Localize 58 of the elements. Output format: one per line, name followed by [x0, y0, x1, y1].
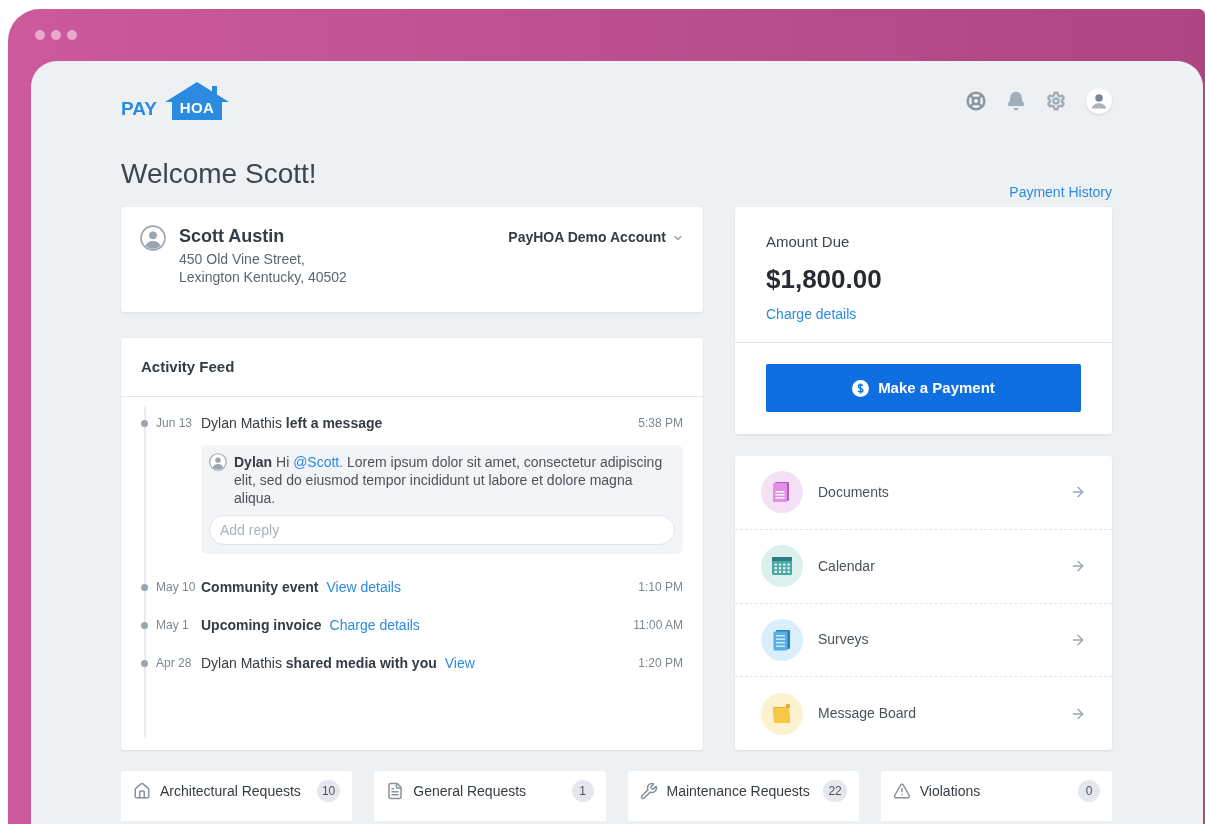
shortcut-item[interactable]: Calendar — [735, 528, 1112, 603]
feed-link[interactable]: Charge details — [329, 614, 420, 636]
dollar-icon — [852, 379, 870, 397]
document-icon — [386, 782, 405, 800]
count-badge: 10 — [316, 780, 341, 802]
make-payment-button[interactable]: Make a Payment — [766, 364, 1081, 412]
request-label: Violations — [919, 781, 981, 801]
request-label: General Requests — [413, 781, 527, 801]
feed-title: Dylan Mathis left a message — [201, 413, 383, 433]
address-line: Lexington Kentucky, 40502 — [179, 268, 347, 286]
document-icon — [761, 471, 803, 514]
feed-date: Jun 13 — [156, 415, 194, 432]
card-title: Activity Feed — [141, 356, 235, 377]
shortcut-item[interactable]: Surveys — [735, 602, 1112, 677]
feed-time: 11:00 AM — [633, 617, 683, 634]
resident-name: Scott Austin — [179, 225, 286, 247]
feed-time: 5:38 PM — [638, 415, 683, 432]
request-card[interactable]: Violations 0 — [880, 771, 1112, 821]
amount-due-label: Amount Due — [766, 232, 851, 252]
request-card[interactable]: General Requests 1 — [374, 771, 606, 821]
sticky-note-icon — [761, 692, 803, 735]
count-badge: 1 — [571, 780, 594, 802]
request-label: Maintenance Requests — [666, 781, 810, 801]
feed-title: Dylan Mathis shared media with you — [201, 653, 437, 673]
count-badge: 0 — [1078, 780, 1100, 802]
shortcut-item[interactable]: Documents — [735, 456, 1112, 529]
warning-icon — [892, 782, 911, 800]
feed-title: Community event — [201, 577, 319, 597]
request-label: Architectural Requests — [160, 781, 301, 801]
account-dropdown[interactable]: PayHOA Demo Account — [508, 227, 684, 248]
amount-due-value: $1,800.00 — [766, 262, 883, 296]
feed-date: Apr 28 — [156, 655, 193, 672]
account-avatar[interactable] — [1086, 88, 1112, 114]
count-badge: 22 — [823, 780, 847, 802]
shortcut-item[interactable]: Message Board — [735, 676, 1112, 750]
notification-icon[interactable] — [1006, 91, 1026, 111]
charge-details-link[interactable]: Charge details — [766, 303, 1081, 325]
feed-time: 1:10 PM — [638, 579, 683, 596]
help-icon[interactable] — [966, 91, 986, 111]
feed-title: Upcoming invoice — [201, 615, 322, 635]
welcome-heading: Welcome Scott! — [121, 160, 318, 188]
house-icon — [133, 782, 151, 800]
reply-field[interactable]: Add reply — [209, 515, 675, 545]
settings-icon[interactable] — [1046, 91, 1066, 111]
checklist-icon — [761, 618, 803, 661]
feed-link[interactable]: View details — [326, 576, 401, 598]
wrench-icon — [639, 782, 658, 800]
calendar-icon — [761, 545, 803, 588]
avatar-icon — [209, 453, 227, 471]
feed-date: May 10 — [156, 579, 197, 596]
address-line: 450 Old Vine Street, — [179, 250, 306, 268]
request-card[interactable]: Architectural Requests 10 — [121, 771, 353, 821]
avatar-icon — [140, 225, 166, 251]
request-card[interactable]: Maintenance Requests 22 — [627, 771, 859, 821]
feed-date: May 1 — [156, 617, 190, 634]
feed-link[interactable]: View — [444, 652, 475, 674]
feed-time: 1:20 PM — [638, 655, 683, 672]
message-text: Dylan Hi @Scott. Lorem ipsum dolor sit amet, consectetur adipiscing elit, sed do eiusmod tempor incididunt ut labore et dolore magna aliqua. — [234, 453, 664, 507]
